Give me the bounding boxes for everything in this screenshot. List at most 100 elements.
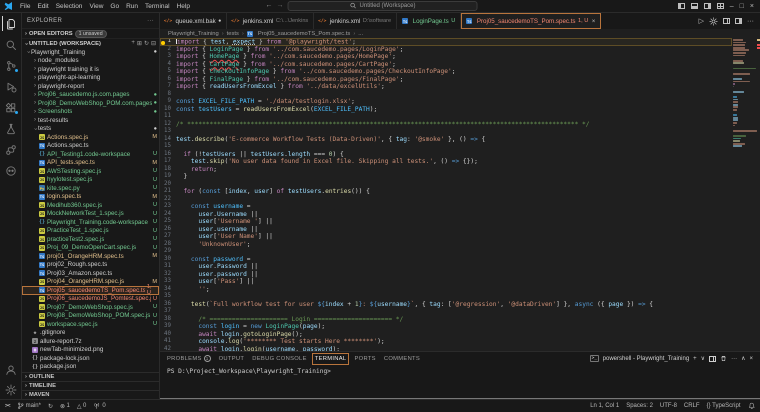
status-item[interactable]: {} TypeScript [707, 403, 741, 409]
file-row[interactable]: JS workspace.spec.js U [22, 320, 159, 329]
play-icon[interactable]: ▷ [699, 17, 704, 25]
panel-tab-comments[interactable]: COMMENTS [384, 356, 420, 362]
refresh-explorer-icon[interactable]: ↻ [144, 40, 149, 47]
forward-arrow-icon[interactable]: → [277, 2, 284, 9]
status-item[interactable]: Spaces: 2 [626, 403, 653, 409]
file-row[interactable]: TS proj02_Rough.spec.ts [22, 261, 159, 270]
file-row[interactable]: {} package-lock.json [22, 354, 159, 363]
gear-icon[interactable] [709, 16, 718, 26]
menu-terminal[interactable]: Terminal [142, 2, 173, 11]
extensions-icon[interactable] [2, 100, 20, 115]
sidebar-section-timeline[interactable]: › TIMELINE [22, 381, 159, 390]
remote-explorer-icon[interactable] [2, 142, 20, 157]
code-line[interactable]: 14 test.describe('E-commerce Workflow Tes… [160, 136, 732, 144]
code-line[interactable]: 31 user.Password || [160, 263, 732, 271]
code-line[interactable]: 30 const password = [160, 256, 732, 264]
code-line[interactable]: 41 console.log('******** Test starts Her… [160, 338, 732, 346]
code-line[interactable]: 42 await login.login(username, password)… [160, 346, 732, 352]
folder-row[interactable]: › tests ● [22, 125, 159, 134]
code-line[interactable]: 12/* ***********************************… [160, 121, 732, 129]
menu-help[interactable]: Help [174, 2, 193, 11]
code-line[interactable]: 25 user['Username '] || [160, 218, 732, 226]
maximize-button[interactable]: □ [740, 3, 744, 10]
code-line[interactable]: 3 import { HomePage } from '../com.sauced… [160, 53, 732, 61]
code-line[interactable]: 22 [160, 196, 732, 204]
search-icon[interactable] [2, 37, 20, 52]
minimize-button[interactable]: – [730, 3, 734, 10]
settings-gear-icon[interactable] [2, 382, 20, 397]
code-line[interactable]: 32 user.password || [160, 271, 732, 279]
file-row[interactable]: Py kite.spec.py U [22, 184, 159, 193]
panel-tab-problems[interactable]: PROBLEMS 1 [167, 355, 211, 362]
status-item-remote-window[interactable]: >< [5, 403, 11, 409]
code-line[interactable]: 27 user['User Name'] || [160, 233, 732, 241]
code-line[interactable]: 5 import { CheckoutInfoPage } from '../co… [160, 68, 732, 76]
status-item-sync[interactable]: ↻ [48, 403, 53, 410]
menu-view[interactable]: View [86, 2, 106, 11]
run-debug-icon[interactable] [2, 79, 20, 94]
code-line[interactable]: 17 test.skip('No user data found in Exce… [160, 158, 732, 166]
editor-tab[interactable]: TS Proj05_saucedemoTS_Pom.spec.ts 1, U × [461, 13, 602, 29]
code-line[interactable]: 2 import { LoginPage } from '../com.sauce… [160, 46, 732, 54]
editor-tab[interactable]: TS LoginPage.ts U [397, 13, 462, 29]
panel-tab-output[interactable]: OUTPUT [219, 356, 245, 362]
toggle-primary-sidebar-icon[interactable] [677, 3, 685, 9]
file-row[interactable]: ▣ newTab-minimized.png [22, 346, 159, 355]
code-line[interactable]: 10 const testUsers = readUsersFromExcel(E… [160, 106, 732, 114]
command-center-search[interactable]: Untitled (Workspace) [287, 1, 478, 11]
code-line[interactable]: 36 test(`Full workflow test for user ${i… [160, 301, 732, 309]
sidebar-section-outline[interactable]: › OUTLINE [22, 372, 159, 381]
code-line[interactable]: 8 [160, 91, 732, 99]
status-item[interactable]: Ln 1, Col 1 [590, 403, 619, 409]
file-row[interactable]: TS login.spec.ts M [22, 193, 159, 202]
status-item-bell[interactable] [748, 402, 756, 410]
toggle-panel-icon[interactable] [690, 3, 698, 9]
folder-row[interactable]: › Proj08_DemoWebShop_POM.com.pages ● [22, 99, 159, 108]
file-row[interactable]: JS hyylotest.spec.js U [22, 176, 159, 185]
code-line[interactable]: 40 await login.gotoLoginPage(); [160, 331, 732, 339]
code-line[interactable]: 20 [160, 181, 732, 189]
source-control-icon[interactable] [2, 58, 20, 73]
breadcrumb-item[interactable]: Playwright_Training [168, 31, 219, 37]
code-line[interactable]: 21 for (const [index, user] of testUsers… [160, 188, 732, 196]
code-line[interactable]: 26 user.username || [160, 226, 732, 234]
new-terminal-icon[interactable]: + [693, 356, 697, 362]
breadcrumb-item[interactable]: Proj05_saucedemoTS_Pom.spec.ts [258, 31, 350, 37]
code-line[interactable]: 18 return; [160, 166, 732, 174]
folder-row[interactable]: › playwright-api-learning [22, 74, 159, 83]
code-line[interactable]: 13 [160, 128, 732, 136]
back-arrow-icon[interactable]: ← [266, 2, 273, 9]
folder-row[interactable]: › node_modules [22, 57, 159, 66]
file-row[interactable]: JS MockNetworkTest_1.spec.js U [22, 210, 159, 219]
new-folder-icon[interactable]: ⊞ [137, 40, 142, 47]
code-line[interactable]: 39 const login = new LoginPage(page); [160, 323, 732, 331]
status-item[interactable]: UTF-8 [660, 403, 677, 409]
account-icon[interactable] [2, 362, 20, 377]
code-line[interactable]: 1 import { test, expect } from '@playwrig… [160, 38, 732, 46]
code-line[interactable]: 29 [160, 248, 732, 256]
minimap[interactable] [733, 39, 760, 148]
code-line[interactable]: 23 const username = [160, 203, 732, 211]
status-item-error[interactable]: ⊗ 1 [60, 403, 70, 410]
file-row[interactable]: TS proj01_OrangeHRM.spec.ts M [22, 252, 159, 261]
code-line[interactable]: 24 user.Username || [160, 211, 732, 219]
panel-tab-debug-console[interactable]: DEBUG CONSOLE [252, 356, 306, 362]
folder-row[interactable]: › Screenshots ● [22, 108, 159, 117]
sidebar-section-maven[interactable]: › MAVEN [22, 390, 159, 399]
toggle-secondary-sidebar-icon[interactable] [703, 3, 711, 9]
menu-edit[interactable]: Edit [34, 2, 51, 11]
files-icon[interactable] [1, 16, 20, 31]
code-line[interactable]: 33 user['Pass'] || [160, 278, 732, 286]
code-line[interactable]: 38 /* ===================== Login ======… [160, 316, 732, 324]
folder-row[interactable]: › playwright-report [22, 82, 159, 91]
close-tab-icon[interactable]: × [592, 18, 596, 25]
split-terminal-icon[interactable] [709, 355, 717, 362]
breadcrumb-item[interactable]: ... [358, 31, 363, 37]
file-row[interactable]: TS Proj03_Amazon.spec.ts [22, 269, 159, 278]
close-button[interactable]: × [750, 3, 754, 10]
lightbulb-icon[interactable] [161, 41, 165, 45]
layout-icon[interactable] [735, 18, 742, 24]
code-line[interactable]: 15 [160, 143, 732, 151]
file-row[interactable]: TS Proj05_saucedemoTS_Pom.spec.ts 1, U [22, 284, 159, 296]
kill-terminal-icon[interactable] [720, 355, 727, 362]
